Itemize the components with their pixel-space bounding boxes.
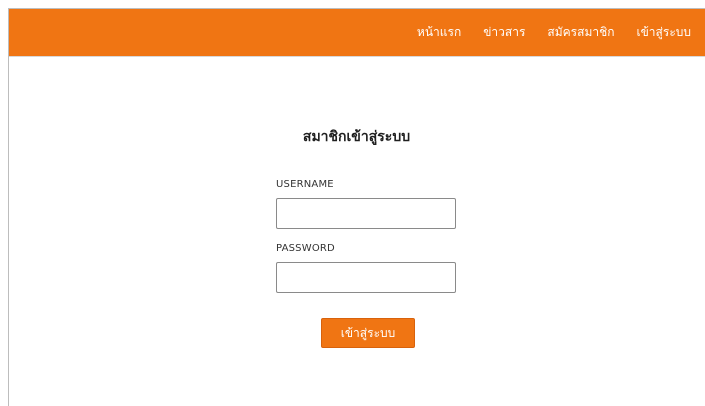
nav-login-link[interactable]: เข้าสู่ระบบ xyxy=(637,23,692,42)
username-input[interactable] xyxy=(276,198,456,229)
password-input[interactable] xyxy=(276,262,456,293)
login-submit-button[interactable]: เข้าสู่ระบบ xyxy=(321,318,415,348)
password-label: PASSWORD xyxy=(276,243,335,254)
nav-register-link[interactable]: สมัครสมาชิก xyxy=(547,23,614,42)
top-navbar: หน้าแรก ข่าวสาร สมัครสมาชิก เข้าสู่ระบบ xyxy=(9,9,705,57)
nav-home-link[interactable]: หน้าแรก xyxy=(417,23,461,42)
username-label: USERNAME xyxy=(276,179,334,190)
nav-news-link[interactable]: ข่าวสาร xyxy=(483,23,525,42)
login-title: สมาชิกเข้าสู่ระบบ xyxy=(302,129,411,145)
